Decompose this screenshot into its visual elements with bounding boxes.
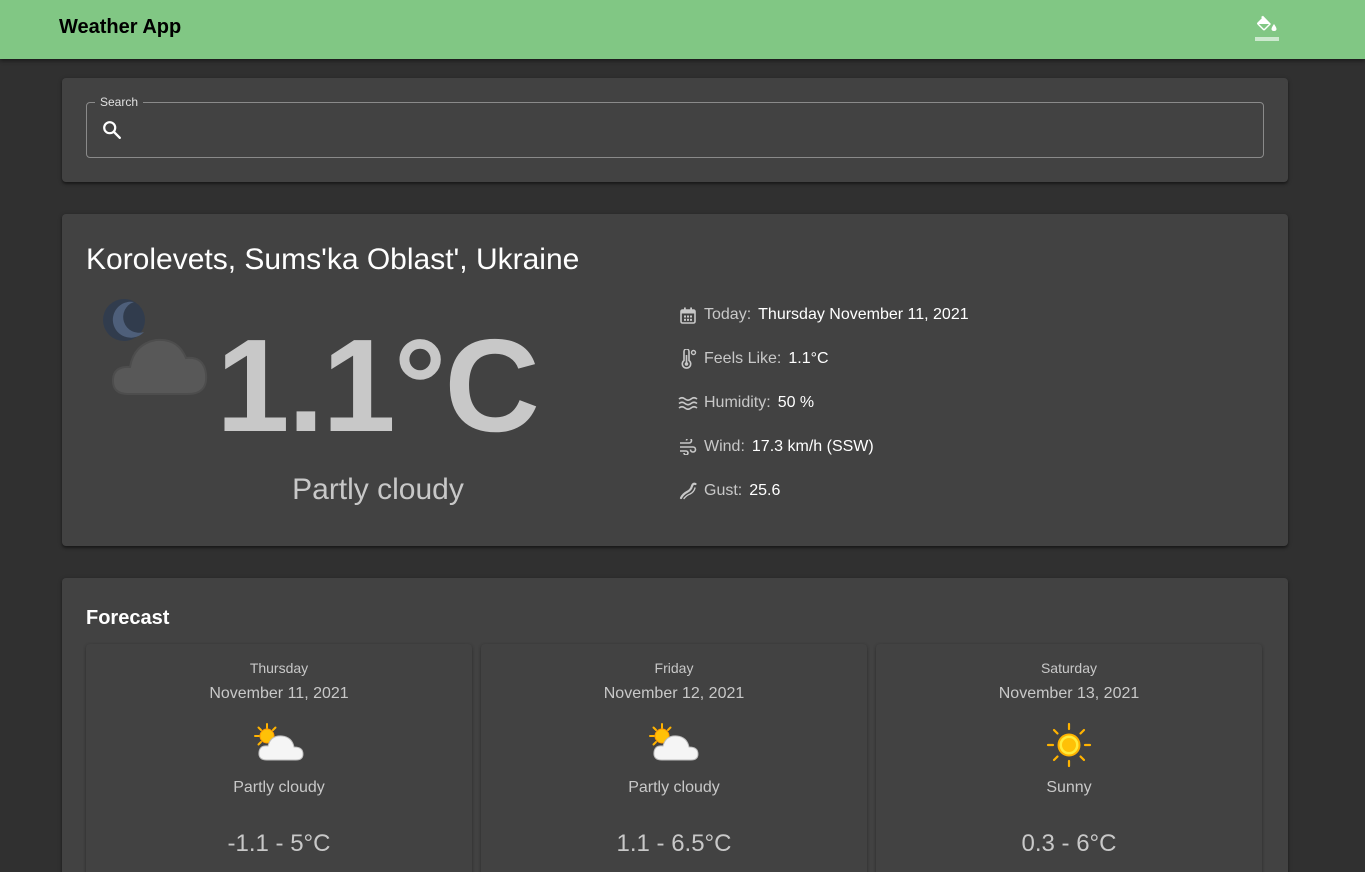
detail-value: 1.1°C bbox=[788, 350, 829, 367]
wind-icon bbox=[680, 439, 697, 455]
current-temperature: 1.1°C bbox=[216, 312, 540, 459]
forecast-day-range: 1.1 - 6.5°C bbox=[616, 830, 732, 857]
detail-label: Gust: bbox=[704, 482, 743, 499]
humidity-icon bbox=[678, 396, 698, 410]
forecast-day-date: November 13, 2021 bbox=[998, 685, 1140, 702]
forecast-day-range: 0.3 - 6°C bbox=[1021, 830, 1117, 857]
location-title: Korolevets, Sums'ka Oblast', Ukraine bbox=[86, 243, 580, 276]
forecast-day-range: -1.1 - 5°C bbox=[227, 830, 331, 857]
current-weather-card: Korolevets, Sums'ka Oblast', Ukraine 1.1… bbox=[62, 214, 1288, 546]
sun-icon bbox=[1046, 722, 1092, 768]
detail-value: 50 % bbox=[777, 394, 815, 411]
forecast-day-card: Saturday November 13, 2021 Sunny 0.3 - 6… bbox=[876, 644, 1262, 872]
detail-value: 25.6 bbox=[749, 482, 781, 499]
current-condition: Partly cloudy bbox=[292, 473, 464, 506]
forecast-day-name: Saturday bbox=[1040, 660, 1098, 676]
app-bar: Weather App bbox=[0, 0, 1365, 59]
detail-feels-like: Feels Like: 1.1°C bbox=[678, 348, 829, 370]
forecast-day-date: November 11, 2021 bbox=[209, 685, 349, 702]
detail-wind: Wind: 17.3 km/h (SSW) bbox=[678, 436, 874, 458]
search-label: Search bbox=[95, 95, 144, 109]
search-field[interactable]: Search bbox=[86, 95, 1264, 158]
detail-label: Today: bbox=[704, 306, 752, 323]
app-title: Weather App bbox=[59, 16, 182, 38]
search-card: Search bbox=[62, 78, 1288, 182]
detail-today: Today: Thursday November 11, 2021 bbox=[678, 304, 969, 326]
forecast-title: Forecast bbox=[86, 607, 170, 629]
detail-label: Wind: bbox=[704, 438, 745, 455]
partly-cloudy-icon bbox=[649, 723, 699, 761]
search-icon bbox=[103, 121, 121, 139]
detail-label: Feels Like: bbox=[704, 350, 782, 367]
forecast-day-condition: Partly cloudy bbox=[628, 779, 720, 796]
detail-value: Thursday November 11, 2021 bbox=[758, 306, 969, 323]
detail-gust: Gust: 25.6 bbox=[678, 480, 780, 502]
calendar-icon bbox=[680, 307, 696, 324]
gust-icon bbox=[679, 482, 697, 500]
partly-cloudy-icon bbox=[254, 723, 304, 761]
paint-bucket-icon bbox=[1255, 15, 1279, 41]
forecast-card: Forecast Thursday November 11, 2021 Part… bbox=[62, 578, 1288, 872]
theme-toggle-button[interactable] bbox=[1250, 12, 1284, 46]
detail-humidity: Humidity: 50 % bbox=[678, 392, 814, 414]
thermometer-icon bbox=[681, 349, 697, 369]
forecast-day-name: Thursday bbox=[249, 660, 309, 676]
forecast-day-name: Friday bbox=[654, 660, 694, 676]
forecast-day-condition: Partly cloudy bbox=[233, 779, 325, 796]
forecast-day-condition: Sunny bbox=[1046, 779, 1092, 796]
detail-label: Humidity: bbox=[704, 394, 771, 411]
forecast-day-card: Thursday November 11, 2021 Partly cloudy… bbox=[86, 644, 472, 872]
search-input[interactable] bbox=[135, 111, 1245, 149]
forecast-day-card: Friday November 12, 2021 Partly cloudy 1… bbox=[481, 644, 867, 872]
detail-value: 17.3 km/h (SSW) bbox=[751, 438, 874, 455]
forecast-day-date: November 12, 2021 bbox=[603, 685, 745, 702]
